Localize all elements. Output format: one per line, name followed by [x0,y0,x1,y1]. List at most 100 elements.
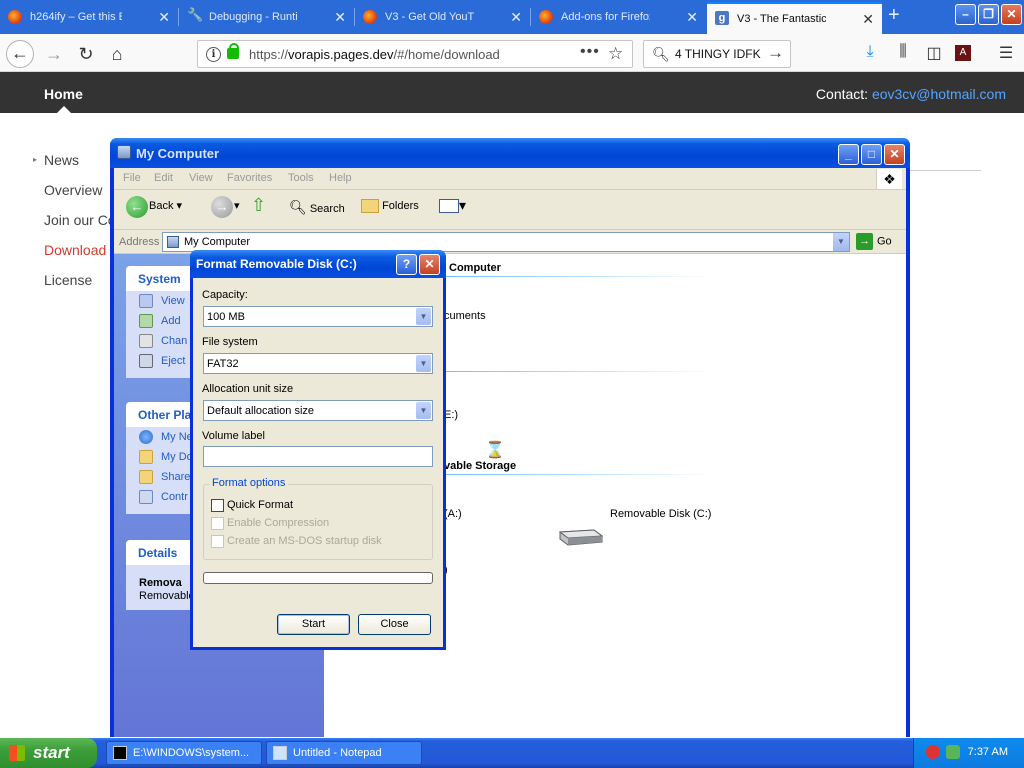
dialog-title-bar[interactable]: Format Removable Disk (C:) ? ✕ [190,250,446,278]
folder-icon [139,450,153,464]
download-icon[interactable]: ⤓ [860,43,880,61]
address-field[interactable]: My Computer ▼ [162,232,850,252]
go-button[interactable]: → Go [856,233,892,250]
browser-tab[interactable]: Add-ons for Firefox (en- ✕ [531,2,706,32]
format-options-label: Format options [209,477,289,489]
tab-title: h264ify – Get this Exte [30,11,122,23]
volume-label-input[interactable] [203,446,433,467]
taskbar-item-notepad[interactable]: Untitled - Notepad [266,741,422,765]
maximize-icon[interactable]: □ [861,144,882,165]
window-title-bar[interactable]: My Computer _ □ ✕ [110,138,910,168]
file-system-label: File system [202,336,258,348]
minimize-icon[interactable]: _ [838,144,859,165]
busy-cursor-icon: ⌛ [485,442,505,459]
close-icon[interactable]: ✕ [419,254,440,275]
forward-button[interactable]: → ▾ [211,196,240,218]
close-tab-icon[interactable]: ✕ [862,4,874,34]
help-icon[interactable]: ? [396,254,417,275]
detail-name: Remova [139,577,182,589]
browser-tab[interactable]: h264ify – Get this Exte ✕ [0,2,178,32]
start-button[interactable]: Start [277,614,350,635]
search-bar[interactable]: 🔍︎ 4 THINGY IDFK → [643,40,791,68]
firefox-icon [8,10,22,24]
chevron-down-icon[interactable]: ▼ [416,355,431,372]
extension-icon[interactable]: A [955,45,971,61]
security-alert-icon[interactable] [926,745,940,759]
explorer-toolbar: ← Back ▾ → ▾ ⇧ 🔍︎ Search Folders ▾ [114,190,906,230]
network-icon [139,430,153,444]
chevron-down-icon[interactable]: ▼ [416,402,431,419]
menu-view[interactable]: View [189,172,213,184]
contact-email-link[interactable]: eov3cv@hotmail.com [872,86,1006,102]
restore-window-icon[interactable]: ❐ [978,4,999,25]
views-button[interactable]: ▾ [439,197,466,214]
sidebar-icon[interactable]: ◫ [924,43,944,63]
site-nav-license[interactable]: License [44,272,92,288]
quick-format-label[interactable]: Quick Format [227,499,293,511]
drive-e-label[interactable]: E:) [444,409,458,421]
chevron-down-icon[interactable]: ▼ [832,233,849,251]
browser-tab[interactable]: V3 - Get Old YouTube La ✕ [355,2,530,32]
allocation-select[interactable]: Default allocation size ▼ [203,400,433,421]
close-tab-icon[interactable]: ✕ [510,2,522,32]
chevron-down-icon[interactable]: ▼ [416,308,431,325]
close-tab-icon[interactable]: ✕ [334,2,346,32]
dialog-body: Capacity: 100 MB ▼ File system FAT32 ▼ All… [193,278,443,647]
library-icon[interactable]: ⫼ [893,43,913,61]
close-tab-icon[interactable]: ✕ [686,2,698,32]
page-actions-icon[interactable]: ••• [580,43,600,61]
file-system-select[interactable]: FAT32 ▼ [203,353,433,374]
menu-tools[interactable]: Tools [288,172,314,184]
site-nav-download[interactable]: Download [44,242,106,258]
back-arrow-icon[interactable]: ← [6,40,34,68]
search-go-arrow-icon[interactable]: → [767,43,784,63]
start-button[interactable]: start [0,738,97,768]
search-button[interactable]: 🔍︎ Search [289,199,345,216]
menu-help[interactable]: Help [329,172,352,184]
windows-flag-icon [9,745,25,761]
removable-disk-c-label[interactable]: Removable Disk (C:) [610,508,711,520]
reload-icon[interactable]: ↻ [72,40,100,68]
back-button[interactable]: ← Back ▾ [126,196,182,218]
close-icon[interactable]: ✕ [884,144,905,165]
tab-title: Add-ons for Firefox (en- [561,11,650,23]
site-info-icon[interactable]: i [206,47,221,62]
address-label: Address [119,236,160,248]
close-button[interactable]: Close [358,614,431,635]
menu-hamburger-icon[interactable]: ☰ [996,43,1016,63]
site-home-link[interactable]: Home [44,86,83,102]
taskbar-item-cmd[interactable]: E:\WINDOWS\system... [106,741,262,765]
home-icon[interactable]: ⌂ [103,40,131,68]
network-tray-icon[interactable] [946,745,960,759]
site-nav-overview[interactable]: Overview [44,182,102,198]
browser-tab[interactable]: 🔧 Debugging - Runtime / a ✕ [179,2,354,32]
up-folder-icon[interactable]: ⇧ [251,195,266,216]
quick-format-checkbox[interactable] [211,499,224,512]
bookmark-star-icon[interactable]: ☆ [608,44,623,64]
folder-item-label[interactable]: cuments [444,310,486,322]
site-nav-news[interactable]: News [44,152,79,168]
search-query[interactable]: 4 THINGY IDFK [675,47,761,61]
start-label: start [33,743,70,762]
folders-button[interactable]: Folders [361,199,419,213]
bullet-icon: ▸ [33,155,38,164]
close-tab-icon[interactable]: ✕ [158,2,170,32]
url-bar[interactable]: i https://vorapis.pages.dev/#/home/downl… [197,40,633,68]
browser-tab-active[interactable]: g V3 - The Fantastic Nosta ✕ [707,2,882,34]
drive-a-label[interactable]: (A:) [444,508,462,520]
menu-edit[interactable]: Edit [154,172,173,184]
eject-icon [139,354,153,368]
site-nav-join[interactable]: Join our Co [44,212,116,228]
removable-disk-icon[interactable] [556,524,604,550]
forward-arrow-icon[interactable]: → [40,40,68,68]
close-window-icon[interactable]: ✕ [1001,4,1022,25]
section-heading: Computer [449,262,501,274]
menu-bar: File Edit View Favorites Tools Help ❖ [114,168,906,190]
minimize-window-icon[interactable]: – [955,4,976,25]
menu-favorites[interactable]: Favorites [227,172,272,184]
lock-icon [227,43,239,59]
url-text[interactable]: https://vorapis.pages.dev/#/home/downloa… [249,47,500,62]
capacity-select[interactable]: 100 MB ▼ [203,306,433,327]
menu-file[interactable]: File [123,172,141,184]
new-tab-icon[interactable]: + [888,4,900,27]
